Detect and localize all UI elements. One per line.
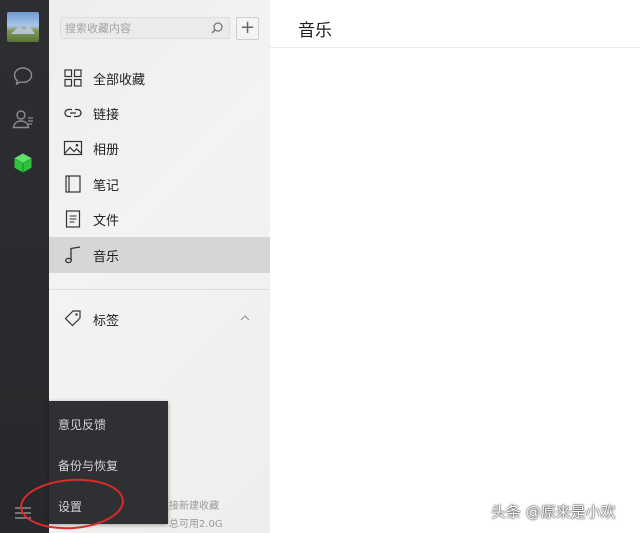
avatar[interactable] [7, 12, 39, 42]
nav-item-label: 全部收藏 [93, 73, 146, 88]
search-icon[interactable] [210, 21, 224, 35]
menu-item-backup-restore[interactable]: 备份与恢复 [49, 444, 168, 484]
tag-icon [63, 308, 83, 328]
nav-item-album[interactable]: 相册 [49, 130, 270, 166]
page-title: 音乐 [298, 21, 332, 41]
tags-section-header[interactable]: 标签 [49, 300, 270, 336]
nav-item-label: 笔记 [93, 179, 120, 194]
file-icon [63, 209, 83, 229]
nav-item-notes[interactable]: 笔记 [49, 166, 270, 202]
chat-icon[interactable] [11, 64, 35, 88]
nav-item-links[interactable]: 链接 [49, 95, 270, 131]
footer-storage-text: 总可用2.0G [169, 519, 223, 530]
nav-item-label: 文件 [93, 214, 120, 229]
chevron-up-icon[interactable] [239, 313, 251, 323]
grid-icon [63, 68, 83, 88]
divider [270, 47, 640, 48]
nav-item-label: 链接 [93, 108, 120, 123]
photo-icon [63, 138, 83, 158]
menu-item-label: 设置 [58, 500, 83, 514]
search-box [60, 17, 230, 39]
menu-item-settings[interactable]: 设置 [49, 485, 168, 525]
footer-hint-text: 连接新建收藏 [159, 501, 219, 512]
favorites-cube-icon[interactable] [11, 151, 35, 175]
watermark: 头条 @原来是小欢 [491, 503, 616, 521]
tags-label: 标签 [93, 314, 120, 329]
settings-popup-menu: 意见反馈 备份与恢复 设置 [49, 401, 168, 524]
nav-rail [0, 0, 49, 533]
link-icon [63, 103, 83, 123]
nav-item-all-favorites[interactable]: 全部收藏 [49, 60, 270, 96]
nav-item-files[interactable]: 文件 [49, 201, 270, 237]
music-note-icon [63, 245, 83, 265]
divider [49, 289, 270, 290]
contacts-icon[interactable] [11, 107, 35, 131]
menu-item-label: 备份与恢复 [58, 459, 119, 473]
add-favorite-button[interactable]: + [236, 17, 259, 40]
menu-item-feedback[interactable]: 意见反馈 [49, 403, 168, 443]
menu-item-label: 意见反馈 [58, 418, 107, 432]
notebook-icon [63, 174, 83, 194]
nav-item-label: 相册 [93, 143, 120, 158]
nav-item-label: 音乐 [93, 250, 120, 265]
search-input[interactable] [65, 18, 205, 38]
menu-hamburger-icon[interactable] [14, 505, 32, 521]
nav-item-music[interactable]: 音乐 [49, 237, 270, 273]
